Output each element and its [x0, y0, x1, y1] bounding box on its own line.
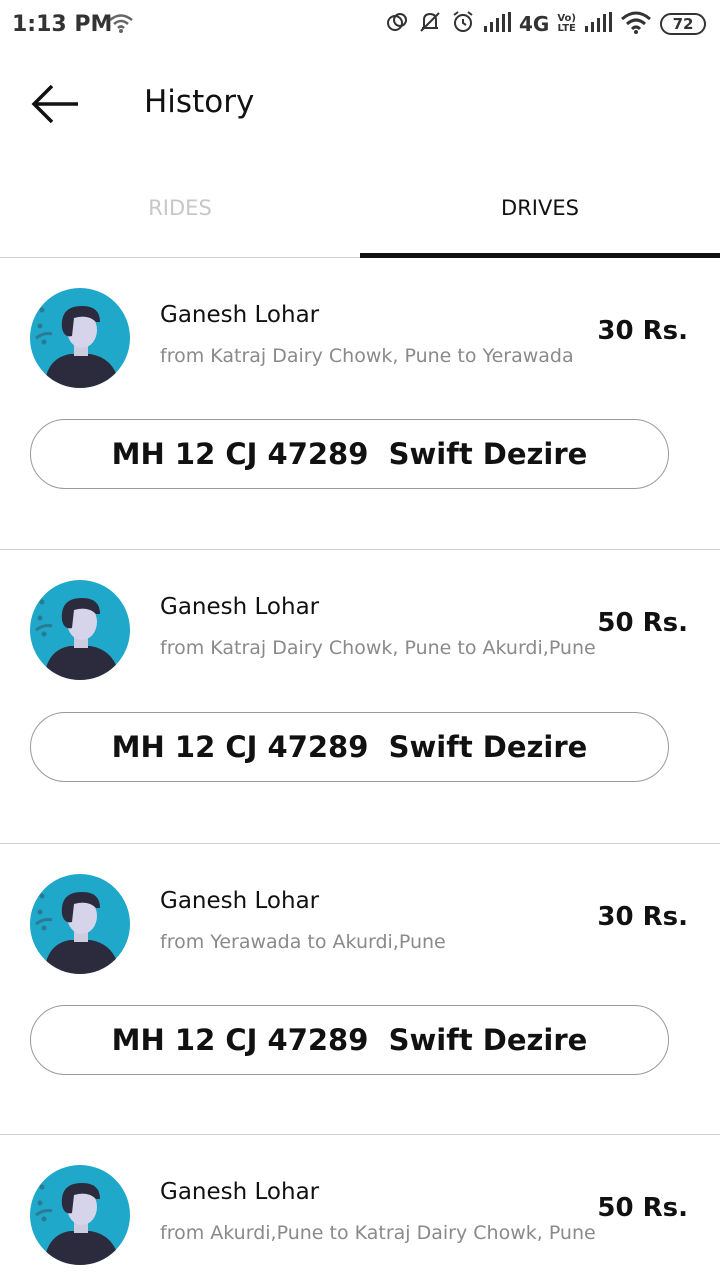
status-time: 1:13 PM: [12, 12, 113, 37]
signal-icon-2: [584, 12, 612, 36]
drive-card[interactable]: Ganesh Lohar from Katraj Dairy Chowk, Pu…: [0, 550, 720, 844]
history-tabs: RIDES DRIVES: [0, 160, 720, 258]
avatar: [30, 1165, 130, 1265]
fare-amount: 50 Rs.: [597, 1193, 688, 1223]
drives-list: Ganesh Lohar from Katraj Dairy Chowk, Pu…: [0, 258, 720, 1280]
tab-drives[interactable]: DRIVES: [360, 160, 720, 258]
page-title: History: [144, 84, 255, 120]
status-bar: 1:13 PM 4G Vo) LTE 72: [0, 0, 720, 50]
route-text: from Akurdi,Pune to Katraj Dairy Chowk, …: [160, 1222, 596, 1244]
back-button[interactable]: [28, 80, 84, 128]
avatar: [30, 288, 130, 388]
battery-indicator: 72: [660, 13, 706, 35]
driver-name: Ganesh Lohar: [160, 594, 320, 620]
volte-icon: Vo) LTE: [557, 13, 576, 34]
driver-name: Ganesh Lohar: [160, 888, 320, 914]
signal-icon: [483, 12, 512, 36]
wifi-small-icon: [108, 12, 134, 38]
route-text: from Katraj Dairy Chowk, Pune to Yerawad…: [160, 345, 574, 367]
route-text: from Yerawada to Akurdi,Pune: [160, 931, 446, 953]
fare-amount: 50 Rs.: [597, 608, 688, 638]
avatar: [30, 874, 130, 974]
network-type-label: 4G: [519, 12, 550, 36]
tab-rides[interactable]: RIDES: [0, 160, 360, 258]
vehicle-details-button[interactable]: MH 12 CJ 47289 Swift Dezire: [30, 712, 669, 782]
fare-amount: 30 Rs.: [597, 316, 688, 346]
vehicle-details-button[interactable]: MH 12 CJ 47289 Swift Dezire: [30, 419, 669, 489]
drive-card[interactable]: Ganesh Lohar from Katraj Dairy Chowk, Pu…: [0, 258, 720, 550]
alarm-icon: [451, 10, 475, 38]
mute-icon: [417, 10, 443, 38]
sync-icon: [385, 10, 409, 38]
route-text: from Katraj Dairy Chowk, Pune to Akurdi,…: [160, 637, 596, 659]
fare-amount: 30 Rs.: [597, 902, 688, 932]
drive-card[interactable]: Ganesh Lohar from Yerawada to Akurdi,Pun…: [0, 844, 720, 1135]
arrow-left-icon: [31, 84, 78, 124]
driver-name: Ganesh Lohar: [160, 302, 320, 328]
app-bar: History: [0, 50, 720, 160]
drive-card[interactable]: Ganesh Lohar from Akurdi,Pune to Katraj …: [0, 1135, 720, 1280]
vehicle-details-button[interactable]: MH 12 CJ 47289 Swift Dezire: [30, 1005, 669, 1075]
driver-name: Ganesh Lohar: [160, 1179, 320, 1205]
wifi-icon: [620, 10, 652, 38]
avatar: [30, 580, 130, 680]
